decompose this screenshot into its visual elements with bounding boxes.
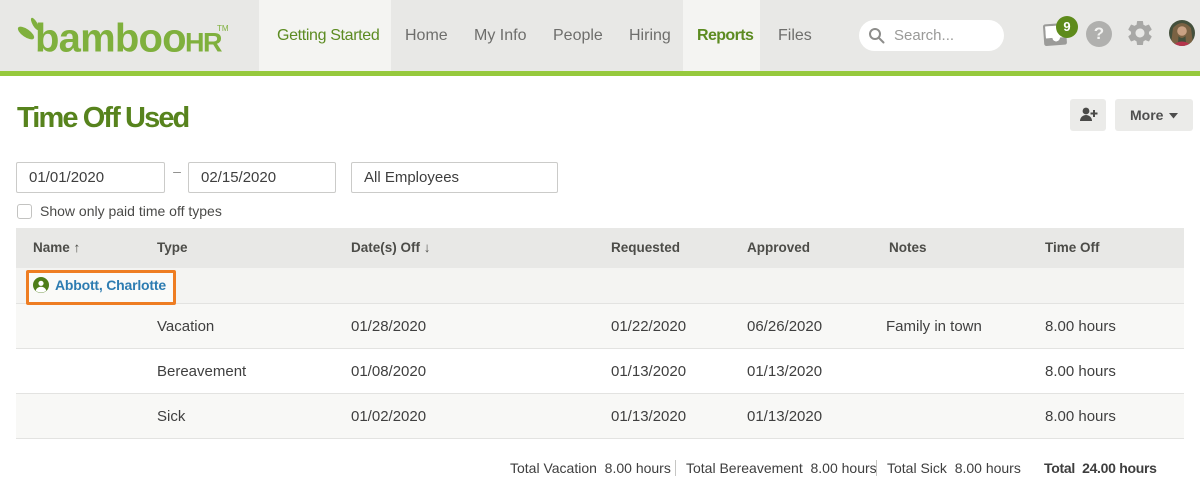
svg-text:TM: TM	[217, 24, 229, 33]
svg-text:bamboo: bamboo	[35, 17, 186, 61]
